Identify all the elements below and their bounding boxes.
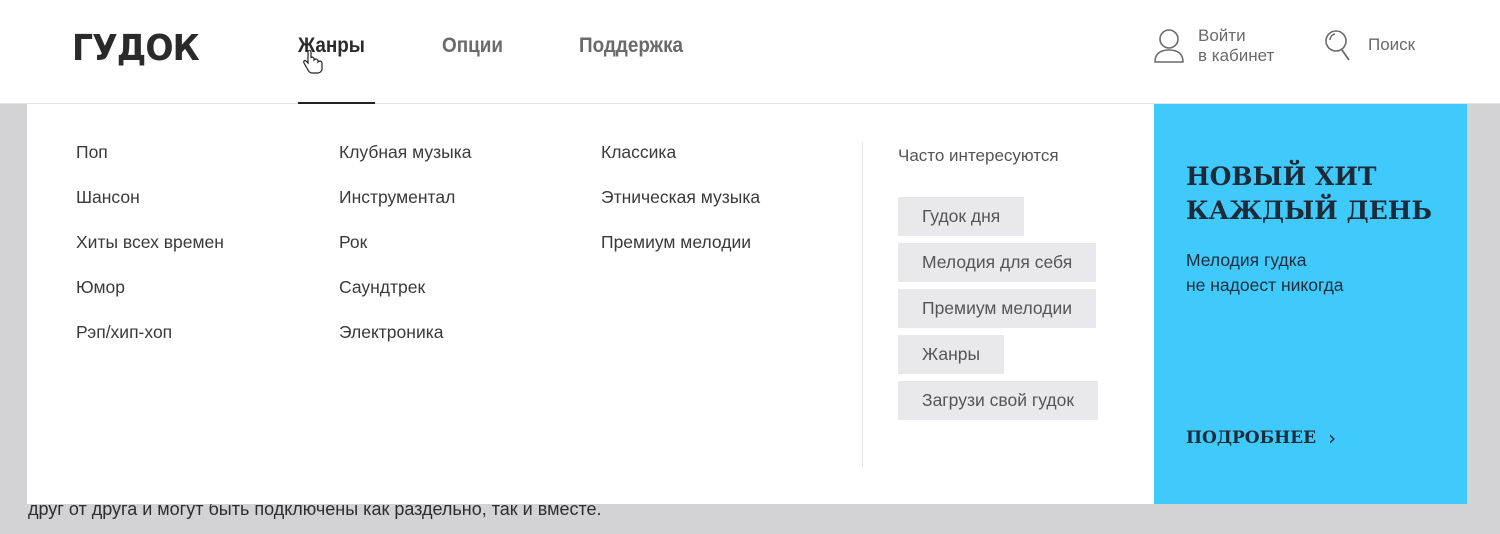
genre-link[interactable]: Саундтрек xyxy=(339,277,471,322)
promo-title: НОВЫЙ ХИТ КАЖДЫЙ ДЕНЬ xyxy=(1186,162,1433,225)
genre-column-2: Клубная музыка Инструментал Рок Саундтре… xyxy=(339,142,471,367)
promo-subtitle: Мелодия гудка не надоест никогда xyxy=(1186,250,1344,295)
genre-link[interactable]: Классика xyxy=(601,142,760,187)
popular-tag[interactable]: Загрузи свой гудок xyxy=(898,381,1099,420)
promo-more-link[interactable]: ПОДРОБНЕЕ › xyxy=(1186,426,1336,450)
login-line2: в кабинет xyxy=(1198,46,1275,65)
genre-link[interactable]: Клубная музыка xyxy=(339,142,471,187)
popular-tag[interactable]: Премиум мелодии xyxy=(898,289,1096,328)
genres-dropdown-menu: Поп Шансон Хиты всех времен Юмор Рэп/хип… xyxy=(27,104,1154,504)
genre-link[interactable]: Рок xyxy=(339,232,471,277)
genre-link[interactable]: Премиум мелодии xyxy=(601,232,760,277)
user-icon xyxy=(1154,29,1184,63)
search-icon xyxy=(1325,30,1350,61)
hand-cursor-icon xyxy=(303,50,323,74)
search-label: Поиск xyxy=(1368,35,1416,54)
popular-tag[interactable]: Мелодия для себя xyxy=(898,243,1097,282)
genre-link[interactable]: Юмор xyxy=(76,277,224,322)
login-button[interactable]: Войти в кабинет xyxy=(1152,26,1274,66)
column-divider xyxy=(862,142,863,467)
popular-tag[interactable]: Гудок дня xyxy=(898,197,1025,236)
promo-banner[interactable]: НОВЫЙ ХИТ КАЖДЫЙ ДЕНЬ Мелодия гудка не н… xyxy=(1154,104,1467,504)
genre-column-1: Поп Шансон Хиты всех времен Юмор Рэп/хип… xyxy=(76,142,224,367)
popular-tags: Гудок дня Мелодия для себя Премиум мелод… xyxy=(898,197,1099,427)
genre-link[interactable]: Поп xyxy=(76,142,224,187)
search-button[interactable]: Поиск xyxy=(1324,28,1415,62)
genre-link[interactable]: Рэп/хип-хоп xyxy=(76,322,224,367)
genre-column-3: Классика Этническая музыка Премиум мелод… xyxy=(601,142,760,277)
genre-link[interactable]: Хиты всех времен xyxy=(76,232,224,277)
genre-link[interactable]: Шансон xyxy=(76,187,224,232)
login-line1: Войти xyxy=(1198,26,1246,45)
genre-link[interactable]: Электроника xyxy=(339,322,471,367)
popular-title: Часто интересуются xyxy=(898,146,1059,165)
logo[interactable]: ГУДОК xyxy=(72,28,200,69)
promo-more-label: ПОДРОБНЕЕ xyxy=(1186,428,1317,448)
popular-tag[interactable]: Жанры xyxy=(898,335,1005,374)
chevron-right-icon: › xyxy=(1328,426,1337,450)
genre-link[interactable]: Этническая музыка xyxy=(601,187,760,232)
site-header: ГУДОК Жанры Опции Поддержка Войти в каби… xyxy=(0,0,1500,104)
nav-support[interactable]: Поддержка xyxy=(579,34,683,58)
genre-link[interactable]: Инструментал xyxy=(339,187,471,232)
nav-options[interactable]: Опции xyxy=(442,34,503,58)
